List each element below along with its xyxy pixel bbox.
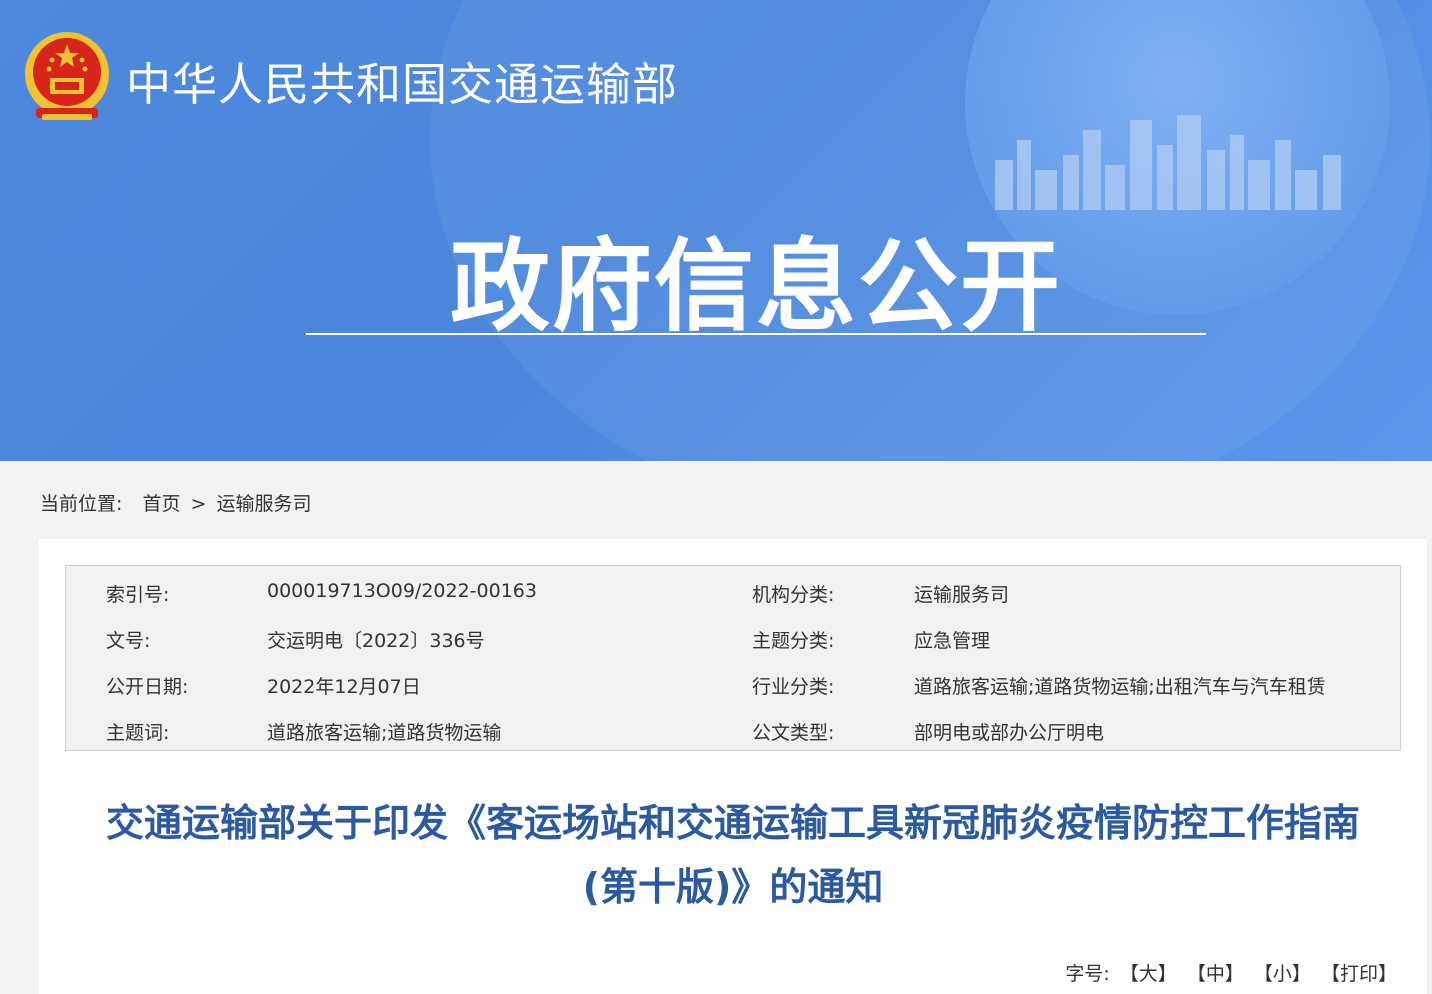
meta-label: 公开日期: [106,676,189,698]
meta-value: 道路旅客运输;道路货物运输;出租汽车与汽车租赁 [914,676,1326,698]
meta-value: 道路旅客运输;道路货物运输 [267,722,502,744]
metadata-row: 索引号: 000019713O09/2022-00163 机构分类: 运输服务司 [66,570,1400,616]
meta-label: 公文类型: [752,722,835,744]
document-card: 索引号: 000019713O09/2022-00163 机构分类: 运输服务司… [39,539,1427,994]
breadcrumb-current-link[interactable]: 运输服务司 [216,493,311,515]
breadcrumb-home-link[interactable]: 首页 [142,493,180,515]
meta-value: 运输服务司 [914,584,1010,606]
metadata-row: 公开日期: 2022年12月07日 行业分类: 道路旅客运输;道路货物运输;出租… [66,662,1400,708]
font-large-button[interactable]: 【大】 [1120,963,1177,985]
section-title: 政府信息公开 [450,228,1062,345]
breadcrumb-label: 当前位置: [40,493,123,515]
document-title: 交通运输部关于印发《客运场站和交通运输工具新冠肺炎疫情防控工作指南 (第十版)》… [59,791,1407,919]
metadata-row: 主题词: 道路旅客运输;道路货物运输 公文类型: 部明电或部办公厅明电 [66,708,1400,754]
content-area: 当前位置: 首页 > 运输服务司 索引号: 000019713O09/2022-… [2,461,1430,994]
document-title-line2: (第十版)》的通知 [582,865,884,909]
meta-label: 索引号: [106,584,170,606]
meta-label: 主题词: [106,722,170,744]
font-small-button[interactable]: 【小】 [1254,963,1311,985]
metadata-row: 文号: 交运明电〔2022〕336号 主题分类: 应急管理 [66,616,1400,662]
print-button[interactable]: 【打印】 [1321,963,1397,985]
meta-value: 交运明电〔2022〕336号 [267,630,485,652]
font-size-controls: 字号: 【大】 【中】 【小】 【打印】 [1061,959,1397,986]
metadata-table: 索引号: 000019713O09/2022-00163 机构分类: 运输服务司… [65,565,1401,751]
breadcrumb-separator: > [190,493,207,515]
national-emblem-icon [25,32,109,120]
meta-label: 主题分类: [752,630,835,652]
meta-label: 机构分类: [752,584,835,606]
meta-label: 行业分类: [752,676,835,698]
title-underline [306,333,1206,335]
meta-label: 文号: [106,630,151,652]
meta-value: 2022年12月07日 [267,676,421,698]
city-skyline-icon [995,115,1341,210]
document-title-line1: 交通运输部关于印发《客运场站和交通运输工具新冠肺炎疫情防控工作指南 [105,801,1360,845]
meta-value: 000019713O09/2022-00163 [267,580,537,602]
header-banner: 中华人民共和国交通运输部 政府信息公开 [0,0,1432,461]
meta-value: 应急管理 [914,630,991,652]
font-size-label: 字号: [1065,963,1110,985]
breadcrumb: 当前位置: 首页 > 运输服务司 [40,489,312,516]
ministry-name[interactable]: 中华人民共和国交通运输部 [126,48,678,113]
meta-value: 部明电或部办公厅明电 [914,722,1105,744]
font-medium-button[interactable]: 【中】 [1187,963,1244,985]
